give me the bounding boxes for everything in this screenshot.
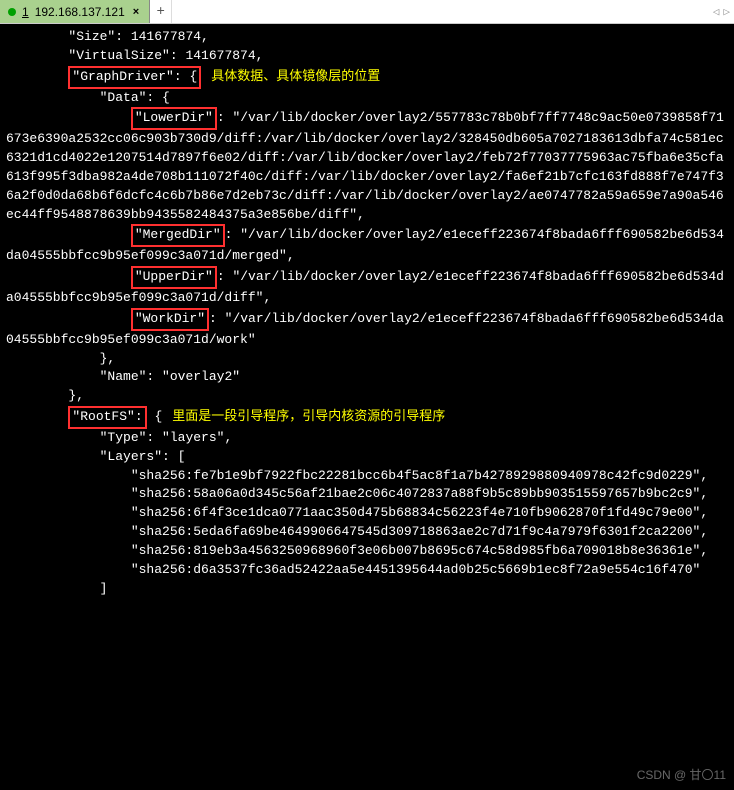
line: "sha256:d6a3537fc36ad52422aa5e4451395644…: [6, 562, 700, 577]
highlight-graphdriver: "GraphDriver": {: [68, 66, 201, 89]
line: "sha256:fe7b1e9bf7922fbc22281bcc6b4f5ac8…: [6, 468, 708, 483]
line: "Type": "layers",: [6, 430, 232, 445]
highlight-lowerdir: "LowerDir": [131, 107, 217, 130]
terminal-output: "Size": 141677874, "VirtualSize": 141677…: [0, 24, 734, 790]
line: [6, 69, 68, 84]
tab-index: 1: [22, 5, 29, 19]
line: "sha256:819eb3a4563250968960f3e06b007b86…: [6, 543, 708, 558]
tab-right-arrow-icon[interactable]: ▷: [723, 5, 730, 19]
highlight-workdir: "WorkDir": [131, 308, 209, 331]
annotation-graphdriver: 具体数据、具体镜像层的位置: [211, 68, 380, 83]
line: "VirtualSize": 141677874,: [6, 48, 263, 63]
line: "Data": {: [6, 90, 170, 105]
line: "sha256:5eda6fa69be4649906647545d3097188…: [6, 524, 708, 539]
line: [6, 227, 131, 242]
line: {: [147, 409, 163, 424]
tab-left-arrow-icon[interactable]: ◁: [713, 5, 720, 19]
new-tab-button[interactable]: +: [150, 0, 172, 23]
line: [6, 269, 131, 284]
watermark: CSDN @ 甘〇11: [637, 767, 726, 784]
line: },: [6, 388, 84, 403]
line: "sha256:58a06a0d345c56af21bae2c06c407283…: [6, 486, 708, 501]
highlight-upperdir: "UpperDir": [131, 266, 217, 289]
tab-nav-arrows: ◁ ▷: [713, 0, 730, 23]
annotation-rootfs: 里面是一段引导程序，引导内核资源的引导程序: [172, 408, 445, 423]
status-dot-icon: [8, 8, 16, 16]
line: [6, 110, 131, 125]
line: "Size": 141677874,: [6, 29, 209, 44]
tab-title: 192.168.137.121: [35, 5, 125, 19]
highlight-mergeddir: "MergedDir": [131, 224, 225, 247]
line: [6, 311, 131, 326]
line: ]: [6, 581, 107, 596]
line: : "/var/lib/docker/overlay2/557783c78b0b…: [6, 110, 724, 221]
line: "Layers": [: [6, 449, 185, 464]
tab-active[interactable]: 1 192.168.137.121 ×: [0, 0, 150, 23]
line: [6, 409, 68, 424]
tab-close-icon[interactable]: ×: [131, 6, 141, 18]
highlight-rootfs: "RootFS":: [68, 406, 146, 429]
line: "sha256:6f4f3ce1dca0771aac350d475b68834c…: [6, 505, 708, 520]
tab-index-num: 1: [22, 5, 29, 19]
line: },: [6, 351, 115, 366]
tab-bar: 1 192.168.137.121 × + ◁ ▷: [0, 0, 734, 24]
line: "Name": "overlay2": [6, 369, 240, 384]
